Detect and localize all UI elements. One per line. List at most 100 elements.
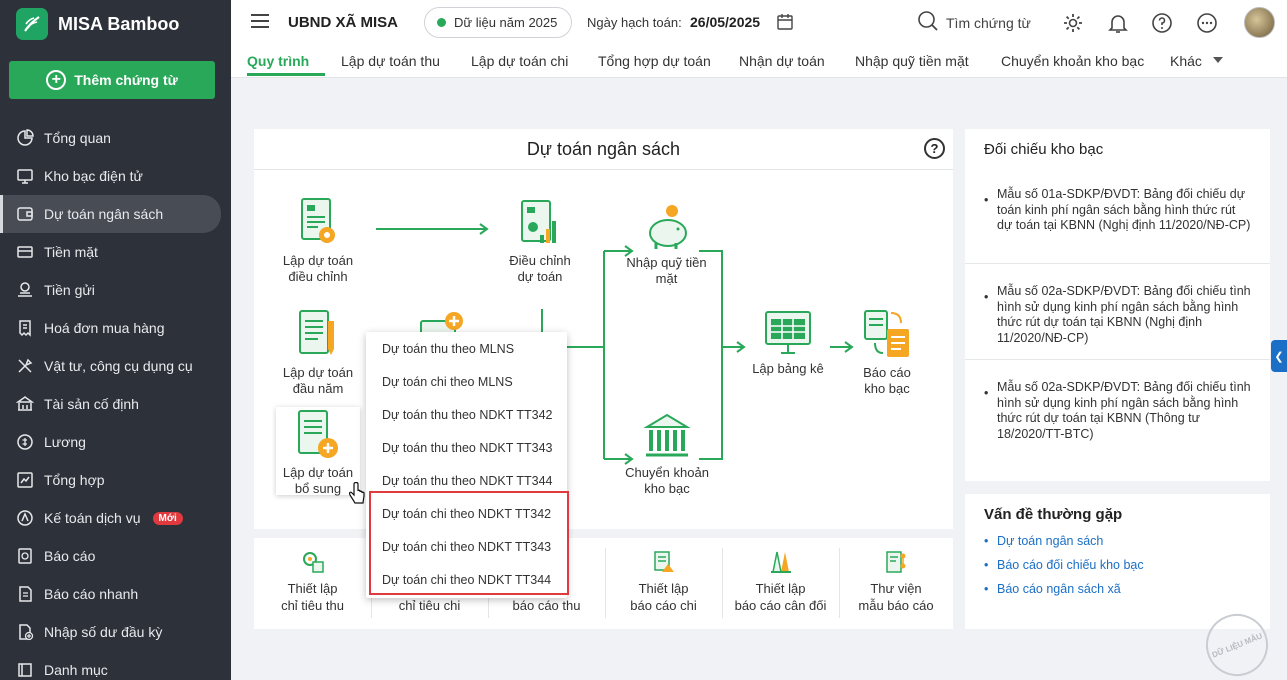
faq-link[interactable]: Báo cáo đối chiếu kho bạc	[984, 558, 1144, 572]
sidebar-item-budget[interactable]: Dự toán ngân sách	[0, 195, 221, 233]
chevron-down-icon[interactable]	[1213, 57, 1223, 63]
reconcile-doc-link[interactable]: Mẫu số 02a-SDKP/ĐVDT: Bảng đối chiếu tìn…	[984, 284, 1254, 346]
setup-balance-report[interactable]: Thiết lập báo cáo cân đối	[722, 538, 839, 629]
summary-icon	[16, 471, 34, 489]
plus-circle-icon: +	[46, 70, 67, 90]
node-label: Điều chỉnh dự toán	[509, 253, 571, 284]
sidebar-item-label: Tổng quan	[44, 130, 111, 146]
search-voucher[interactable]: Tìm chứng từ	[917, 10, 1031, 35]
reconcile-doc-link[interactable]: Mẫu số 01a-SDKP/ĐVDT: Bảng đối chiếu dự …	[984, 187, 1254, 234]
sidebar-item-summary[interactable]: Tổng hợp	[0, 461, 231, 499]
search-label: Tìm chứng từ	[946, 14, 1031, 31]
dropdown-item[interactable]: Dự toán thu theo NDKT TT343	[366, 432, 567, 465]
sidebar-item-e-treasury[interactable]: Kho bạc điện tử	[0, 157, 231, 195]
bank-building-icon	[643, 413, 691, 457]
highlight-box	[369, 491, 569, 595]
top-bar: UBND XÃ MISA Dữ liệu năm 2025 Ngày hạch …	[231, 0, 1287, 46]
bamboo-logo-icon	[16, 8, 48, 40]
faq-link[interactable]: Dự toán ngân sách	[984, 534, 1103, 548]
chevron-left-icon: ❮	[1274, 350, 1284, 363]
process-panel: Dự toán ngân sách ? Lập dự toán điều chỉ…	[254, 129, 953, 529]
tool-label: báo cáo thu	[512, 598, 581, 613]
document-chart-icon	[521, 200, 556, 243]
dropdown-item[interactable]: Dự toán thu theo NDKT TT342	[366, 399, 567, 432]
sidebar-item-salary[interactable]: Lương	[0, 423, 231, 461]
divider	[965, 359, 1270, 360]
report-template-library[interactable]: Thư viện mẫu báo cáo	[839, 538, 953, 629]
node-cash-in[interactable]: Nhập quỹ tiền mặt	[624, 203, 709, 287]
dropdown-item[interactable]: Dự toán thu theo MLNS	[366, 332, 567, 366]
dropdown-item[interactable]: Dự toán chi theo MLNS	[366, 366, 567, 399]
document-gear-icon	[301, 198, 335, 243]
sidebar-item-deposit[interactable]: Tiền gửi	[0, 271, 231, 309]
tab-process[interactable]: Quy trình	[247, 53, 309, 69]
report-chart-icon	[652, 550, 676, 574]
data-year-selector[interactable]: Dữ liệu năm 2025	[424, 7, 572, 38]
tool-label: mẫu báo cáo	[858, 598, 934, 613]
sidebar-item-label: Vật tư, công cụ dụng cụ	[44, 358, 193, 374]
help-icon[interactable]	[1151, 12, 1173, 34]
app-logo[interactable]: MISA Bamboo	[16, 8, 179, 40]
side-panel-toggle[interactable]: ❮	[1271, 340, 1287, 372]
setup-expense-report[interactable]: Thiết lập báo cáo chi	[605, 538, 722, 629]
tool-label: báo cáo chi	[630, 598, 697, 613]
deposit-icon	[16, 281, 34, 299]
posting-date-value[interactable]: 26/05/2025	[690, 14, 760, 30]
add-voucher-label: Thêm chứng từ	[74, 72, 178, 88]
sidebar-item-label: Hoá đơn mua hàng	[44, 320, 165, 336]
hand-cursor-icon	[348, 481, 366, 509]
notification-bell-icon[interactable]	[1107, 12, 1129, 34]
import-icon	[16, 623, 34, 641]
sidebar-item-label: Tài sản cố định	[44, 396, 139, 412]
node-adjust-plan[interactable]: Lập dự toán điều chỉnh	[278, 197, 358, 285]
divider	[965, 263, 1270, 264]
sidebar-item-materials[interactable]: Vật tư, công cụ dụng cụ	[0, 347, 231, 385]
node-treasury-transfer[interactable]: Chuyển khoản kho bạc	[622, 411, 712, 497]
sidebar-item-invoice[interactable]: Hoá đơn mua hàng	[0, 309, 231, 347]
node-adjust[interactable]: Điều chỉnh dự toán	[500, 199, 580, 285]
sidebar-item-fixed-assets[interactable]: Tài sản cố định	[0, 385, 231, 423]
sidebar-item-catalog[interactable]: Danh mục	[0, 651, 231, 680]
tool-label: Thiết lập	[287, 581, 338, 596]
sidebar-item-label: Báo cáo	[44, 548, 96, 564]
sidebar-item-label: Danh mục	[44, 662, 108, 678]
calendar-icon[interactable]	[776, 13, 794, 34]
tab-other[interactable]: Khác	[1170, 53, 1202, 69]
balance-scale-icon	[769, 550, 793, 574]
sidebar-item-label: Kế toán dịch vụ	[44, 510, 141, 526]
node-treasury-report[interactable]: Báo cáo kho bạc	[852, 307, 922, 397]
tool-label: báo cáo cân đối	[734, 598, 827, 613]
tab-cash-in[interactable]: Nhập quỹ tiền mặt	[855, 53, 969, 69]
faq-panel: Vấn đề thường gặp Dự toán ngân sách Báo …	[965, 494, 1270, 629]
sidebar-item-label: Lương	[44, 434, 86, 450]
node-statement[interactable]: Lập bảng kê	[748, 309, 828, 377]
tab-summary-plan[interactable]: Tổng hợp dự toán	[598, 53, 711, 69]
setup-revenue-indicator[interactable]: Thiết lập chỉ tiêu thu	[254, 538, 371, 629]
sidebar-item-quick-report[interactable]: Báo cáo nhanh	[0, 575, 231, 613]
tab-revenue-plan[interactable]: Lập dự toán thu	[341, 53, 440, 69]
sidebar-item-opening-balance[interactable]: Nhập số dư đầu kỳ	[0, 613, 231, 651]
user-avatar[interactable]	[1244, 7, 1275, 38]
monitor-table-icon	[765, 311, 811, 354]
faq-link[interactable]: Báo cáo ngân sách xã	[984, 582, 1121, 596]
more-options-icon[interactable]	[1196, 12, 1218, 34]
tab-treasury-transfer[interactable]: Chuyển khoản kho bạc	[1001, 53, 1144, 69]
tab-receive-plan[interactable]: Nhận dự toán	[739, 53, 825, 69]
add-voucher-button[interactable]: + Thêm chứng từ	[9, 61, 215, 99]
sidebar-item-overview[interactable]: Tổng quan	[0, 119, 231, 157]
building-icon	[16, 395, 34, 413]
reconcile-doc-link[interactable]: Mẫu số 02a-SDKP/ĐVDT: Bảng đối chiếu tìn…	[984, 380, 1254, 442]
node-initial-plan[interactable]: Lập dự toán đầu năm	[278, 309, 358, 397]
catalog-icon	[16, 661, 34, 679]
settings-gear-icon[interactable]	[1062, 12, 1084, 34]
tab-expense-plan[interactable]: Lập dự toán chi	[471, 53, 568, 69]
search-icon	[917, 10, 939, 35]
sidebar-item-service-accounting[interactable]: Kế toán dịch vụ Mới	[0, 499, 231, 537]
sidebar-item-label: Tiền gửi	[44, 282, 95, 298]
sidebar-item-report[interactable]: Báo cáo	[0, 537, 231, 575]
piggy-bank-icon	[648, 205, 687, 249]
hamburger-menu-icon[interactable]	[251, 14, 269, 28]
data-year-label: Dữ liệu năm 2025	[454, 15, 558, 30]
sidebar-item-cash[interactable]: Tiền mặt	[0, 233, 231, 271]
node-label: Lập bảng kê	[752, 361, 824, 376]
